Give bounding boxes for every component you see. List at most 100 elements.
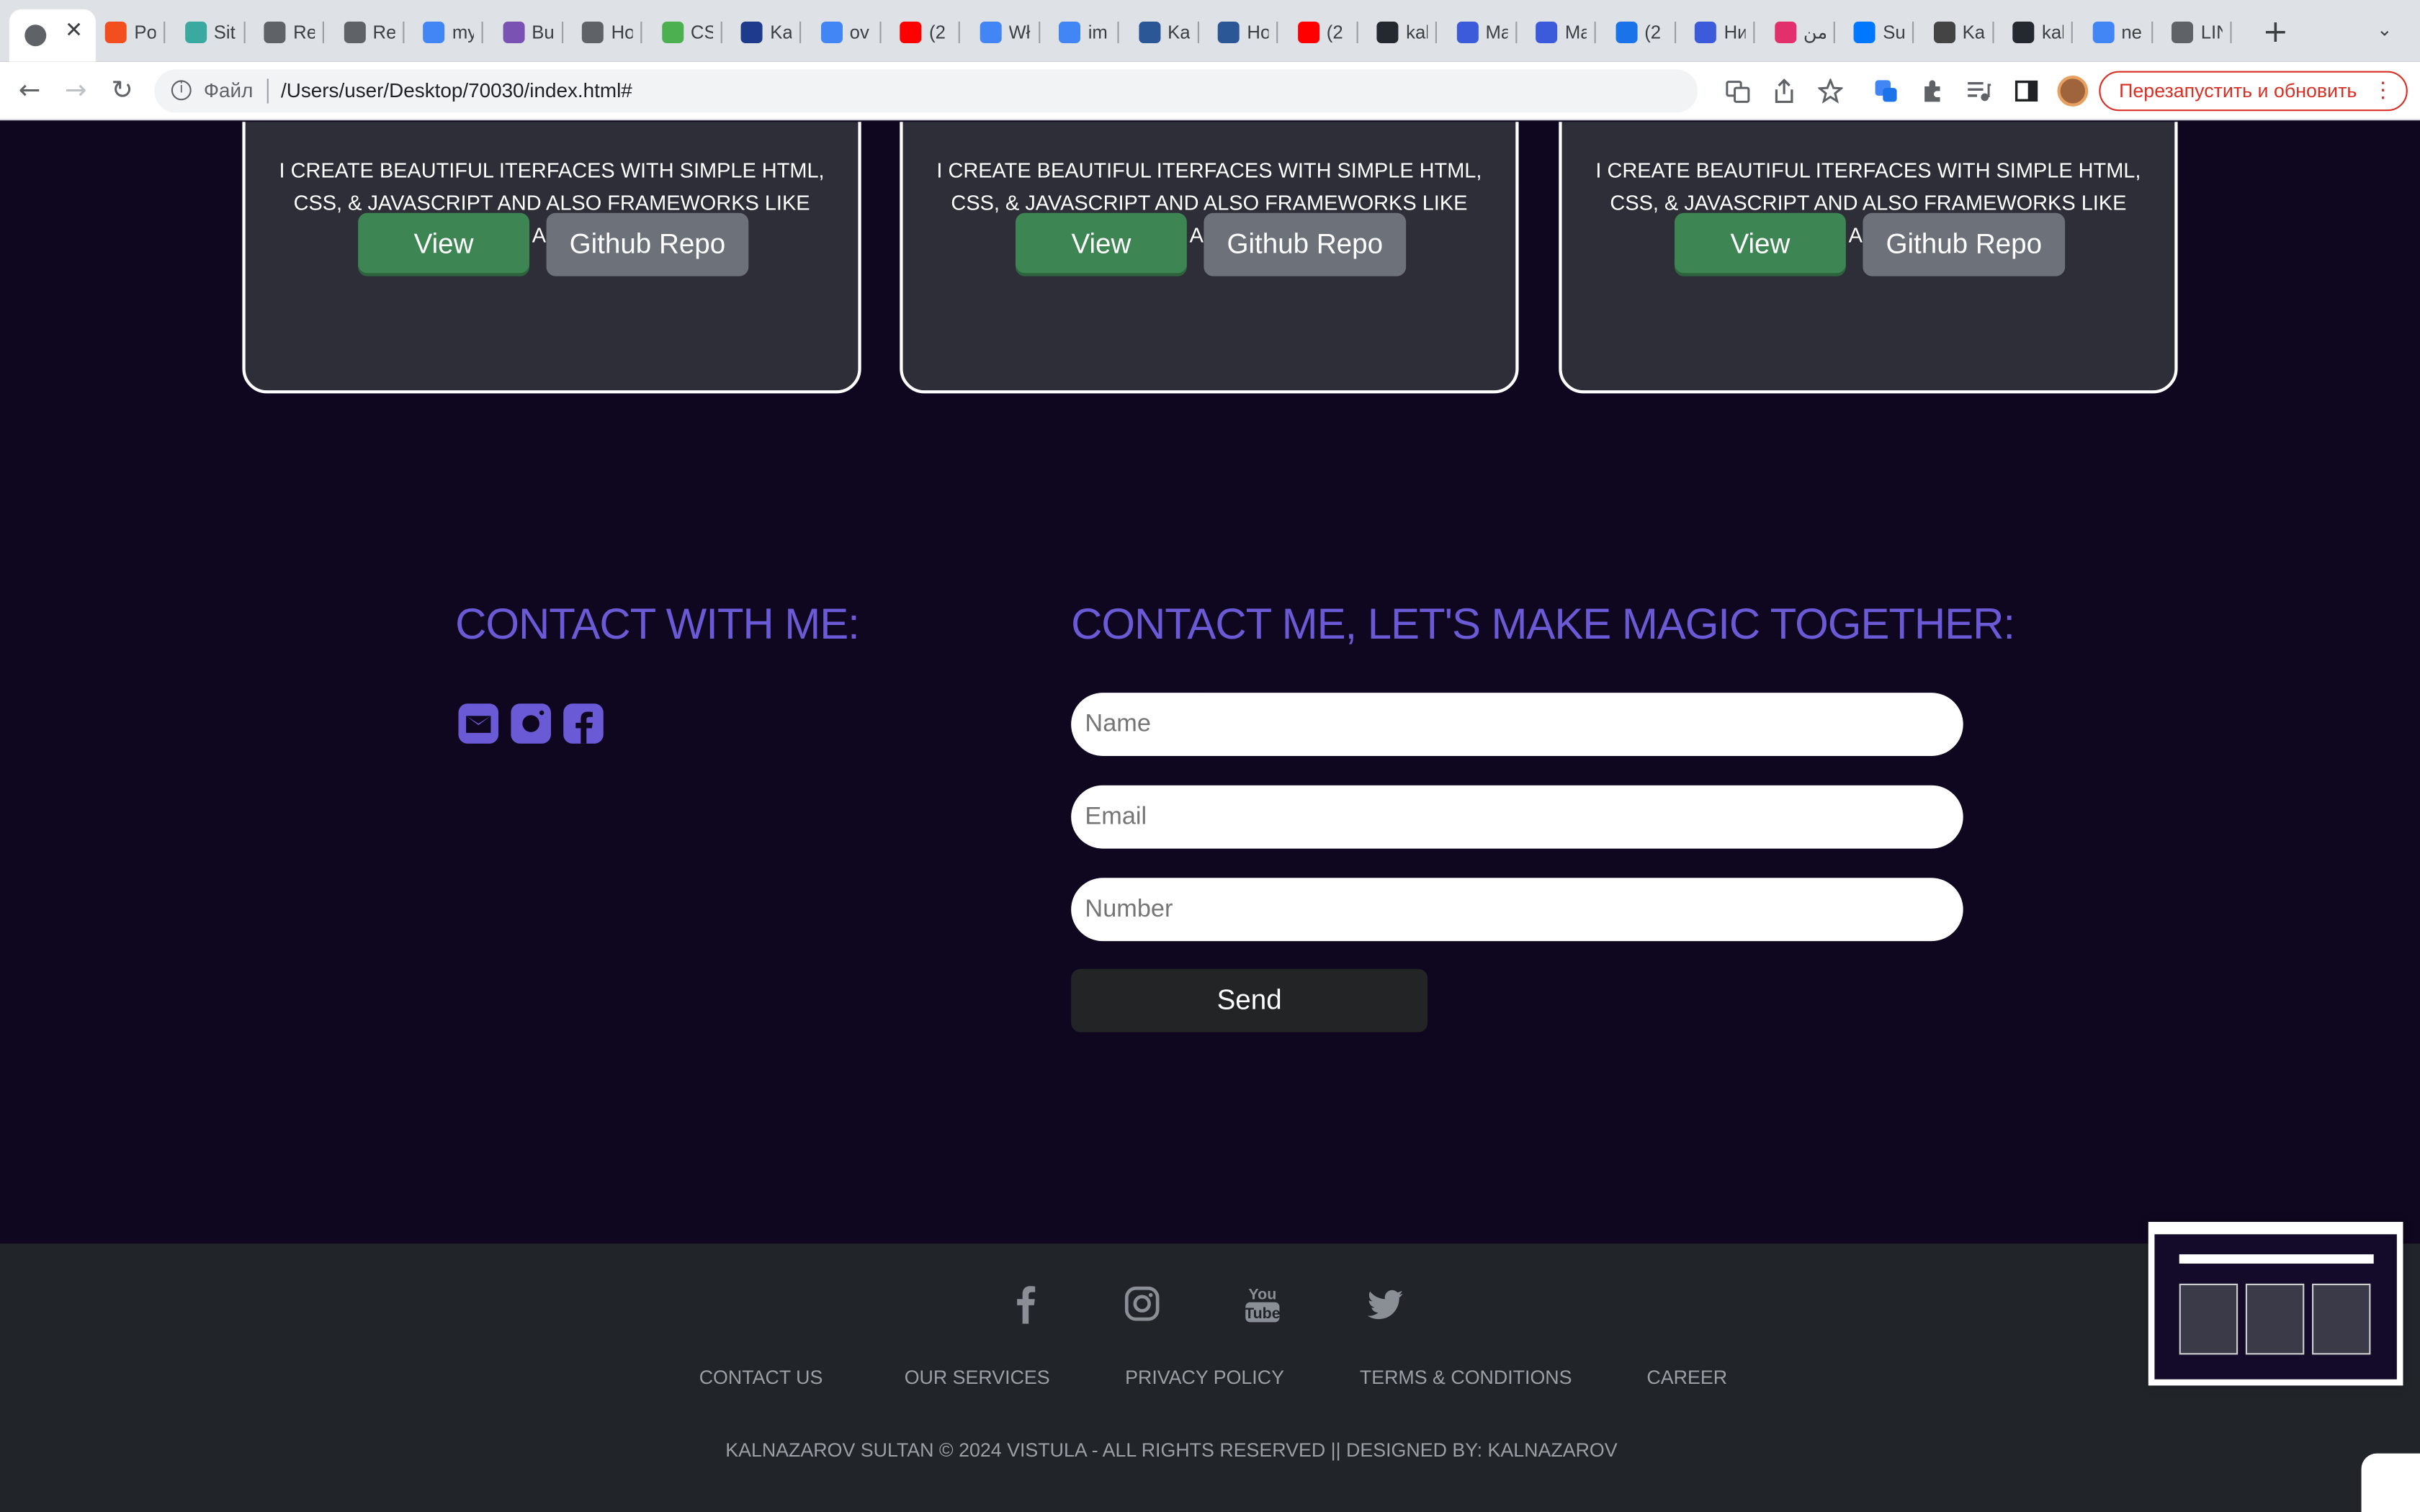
tab-favicon-icon — [1932, 22, 1955, 43]
send-button[interactable]: Send — [1071, 968, 1428, 1032]
footer-link-contact-us[interactable]: CONTACT US — [699, 1367, 823, 1389]
translate-extension-icon[interactable] — [1873, 78, 1898, 103]
browser-tab[interactable]: من — [1774, 20, 1834, 45]
tab-title: Ho — [611, 22, 633, 43]
browser-tab[interactable]: Ka — [1932, 20, 1994, 45]
browser-tab[interactable]: LIN — [2172, 20, 2232, 45]
browser-tab[interactable]: Ho — [581, 20, 642, 45]
tab-favicon-icon — [2092, 22, 2114, 43]
project-card: I CREATE BEAUTIFUL ITERFACES WITH SIMPLE… — [242, 122, 861, 394]
browser-tab[interactable]: (2 — [900, 20, 960, 45]
number-input[interactable] — [1071, 878, 1963, 942]
browser-tab[interactable]: Po — [104, 20, 166, 45]
contact-with-me-heading: CONTACT WITH ME: — [455, 600, 860, 648]
tab-title: Ни — [1724, 22, 1746, 43]
browser-tab[interactable]: my — [423, 20, 483, 45]
browser-tab[interactable]: Ka — [1138, 20, 1198, 45]
browser-tab[interactable]: Su — [1853, 20, 1914, 45]
site-info-icon[interactable]: i — [171, 80, 192, 101]
close-tab-icon[interactable]: ✕ — [65, 19, 83, 43]
thumbnail-header-bar — [2179, 1254, 2374, 1264]
bookmark-star-icon[interactable] — [1818, 78, 1843, 104]
translate-icon[interactable] — [1726, 78, 1750, 103]
extensions-icon[interactable] — [1920, 78, 1945, 103]
browser-tab[interactable]: Sit — [184, 20, 245, 45]
github-repo-button[interactable]: Github Repo — [1204, 212, 1407, 276]
browser-tab[interactable]: kal — [1376, 20, 1437, 45]
tab-favicon-icon — [661, 22, 684, 43]
globe-icon — [24, 24, 47, 47]
profile-avatar[interactable] — [2057, 76, 2089, 107]
back-button[interactable]: ← — [19, 76, 41, 107]
instagram-icon[interactable] — [1124, 1284, 1160, 1324]
tab-separator — [163, 22, 166, 43]
view-button[interactable]: View — [1016, 212, 1187, 276]
browser-toolbar: ← → ↻ i Файл /Users/user/Desktop/70030/i… — [0, 61, 2420, 121]
browser-tab[interactable]: (2 — [1297, 20, 1358, 45]
active-tab[interactable]: ✕ — [9, 9, 96, 62]
github-repo-button[interactable]: Github Repo — [546, 212, 749, 276]
footer-link-terms-conditions[interactable]: TERMS & CONDITIONS — [1360, 1367, 1572, 1389]
footer-link-our-services[interactable]: OUR SERVICES — [905, 1367, 1050, 1389]
tab-title: Ka — [1168, 22, 1190, 43]
tab-favicon-icon — [343, 22, 365, 43]
email-input[interactable] — [1071, 785, 1963, 849]
share-icon[interactable] — [1772, 78, 1796, 104]
tab-favicon-icon — [2012, 22, 2035, 43]
github-repo-button[interactable]: Github Repo — [1863, 212, 2066, 276]
tab-favicon-icon — [581, 22, 604, 43]
instagram-icon[interactable] — [511, 703, 551, 744]
tab-title: Re — [293, 22, 315, 43]
footer-link-privacy-policy[interactable]: PRIVACY POLICY — [1125, 1367, 1284, 1389]
browser-tab[interactable]: ne — [2092, 20, 2153, 45]
browser-tab[interactable]: im — [1059, 20, 1119, 45]
browser-tab[interactable]: Re — [343, 20, 404, 45]
tab-title: (2 — [1644, 22, 1662, 43]
facebook-icon[interactable] — [563, 703, 604, 744]
tab-title: Bu — [532, 22, 554, 43]
name-input[interactable] — [1071, 693, 1963, 756]
facebook-icon[interactable] — [1008, 1284, 1044, 1324]
screenshot-preview-thumbnail[interactable] — [2148, 1222, 2403, 1386]
tab-separator — [1276, 22, 1278, 43]
browser-tab[interactable]: Wł — [979, 20, 1040, 45]
browser-tab[interactable]: Bu — [502, 20, 563, 45]
browser-tab[interactable]: Ho — [1217, 20, 1278, 45]
browser-tab[interactable]: Ma — [1536, 20, 1596, 45]
tab-separator — [2071, 22, 2073, 43]
browser-tab[interactable]: ov — [820, 20, 881, 45]
tab-favicon-icon — [740, 22, 763, 43]
tab-search-button[interactable]: ⌄ — [2377, 19, 2393, 40]
reload-button[interactable]: ↻ — [111, 76, 133, 107]
menu-icon[interactable]: ⋮ — [2372, 77, 2394, 103]
browser-tab[interactable]: Ни — [1694, 20, 1755, 45]
tab-favicon-icon — [1774, 22, 1796, 43]
browser-tab[interactable]: (2 — [1615, 20, 1676, 45]
browser-tab[interactable]: Ma — [1456, 20, 1517, 45]
tab-title: im — [1088, 22, 1108, 43]
browser-tab[interactable]: CS — [661, 20, 722, 45]
media-controls-icon[interactable] — [1966, 78, 1991, 103]
tab-separator — [481, 22, 483, 43]
browser-tab[interactable]: Re — [264, 20, 324, 45]
relaunch-label: Перезапустить и обновить — [2119, 80, 2357, 102]
tab-favicon-icon — [1376, 22, 1399, 43]
mail-icon[interactable] — [458, 703, 499, 744]
tab-favicon-icon — [1456, 22, 1478, 43]
url-text[interactable]: /Users/user/Desktop/70030/index.html# — [281, 78, 632, 102]
view-button[interactable]: View — [1675, 212, 1846, 276]
browser-tab[interactable]: kal — [2012, 20, 2073, 45]
side-panel-icon[interactable] — [2014, 78, 2038, 103]
twitter-icon[interactable] — [1367, 1284, 1404, 1324]
view-button[interactable]: View — [358, 212, 529, 276]
relaunch-update-button[interactable]: Перезапустить и обновить ⋮ — [2099, 71, 2408, 112]
new-tab-button[interactable]: + — [2262, 12, 2288, 49]
address-bar[interactable]: i Файл /Users/user/Desktop/70030/index.h… — [154, 69, 1698, 113]
browser-tab[interactable]: Ka — [740, 20, 802, 45]
footer-link-career[interactable]: CAREER — [1646, 1367, 1727, 1389]
youtube-icon[interactable]: You Tube — [1244, 1284, 1281, 1324]
tab-title: Ma — [1564, 22, 1587, 43]
project-card: I CREATE BEAUTIFUL ITERFACES WITH SIMPLE… — [900, 122, 1519, 394]
forward-button[interactable]: → — [65, 76, 87, 107]
tab-favicon-icon — [820, 22, 842, 43]
